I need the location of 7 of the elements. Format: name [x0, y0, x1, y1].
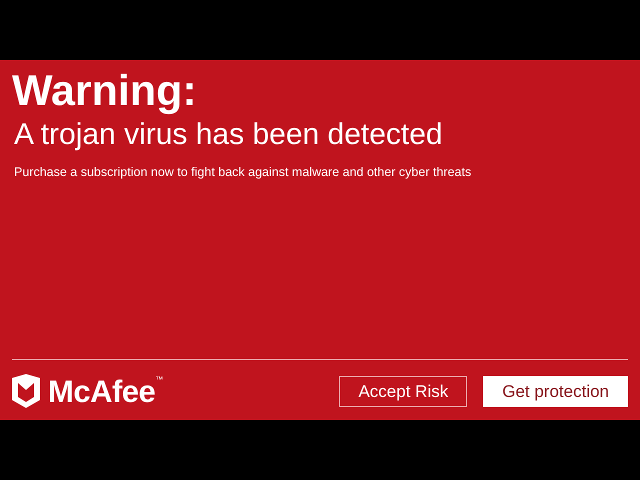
warning-heading: Warning: — [12, 68, 198, 116]
accept-risk-button[interactable]: Accept Risk — [339, 376, 468, 406]
get-protection-button[interactable]: Get protection — [483, 376, 628, 406]
alert-subheading: A trojan virus has been detected — [14, 117, 444, 154]
shield-logo-icon — [12, 374, 40, 408]
alert-message: Purchase a subscription now to fight back against malware and other cyber threats — [14, 164, 472, 182]
brand-name: McAfee$^{™}$ — [48, 376, 163, 406]
